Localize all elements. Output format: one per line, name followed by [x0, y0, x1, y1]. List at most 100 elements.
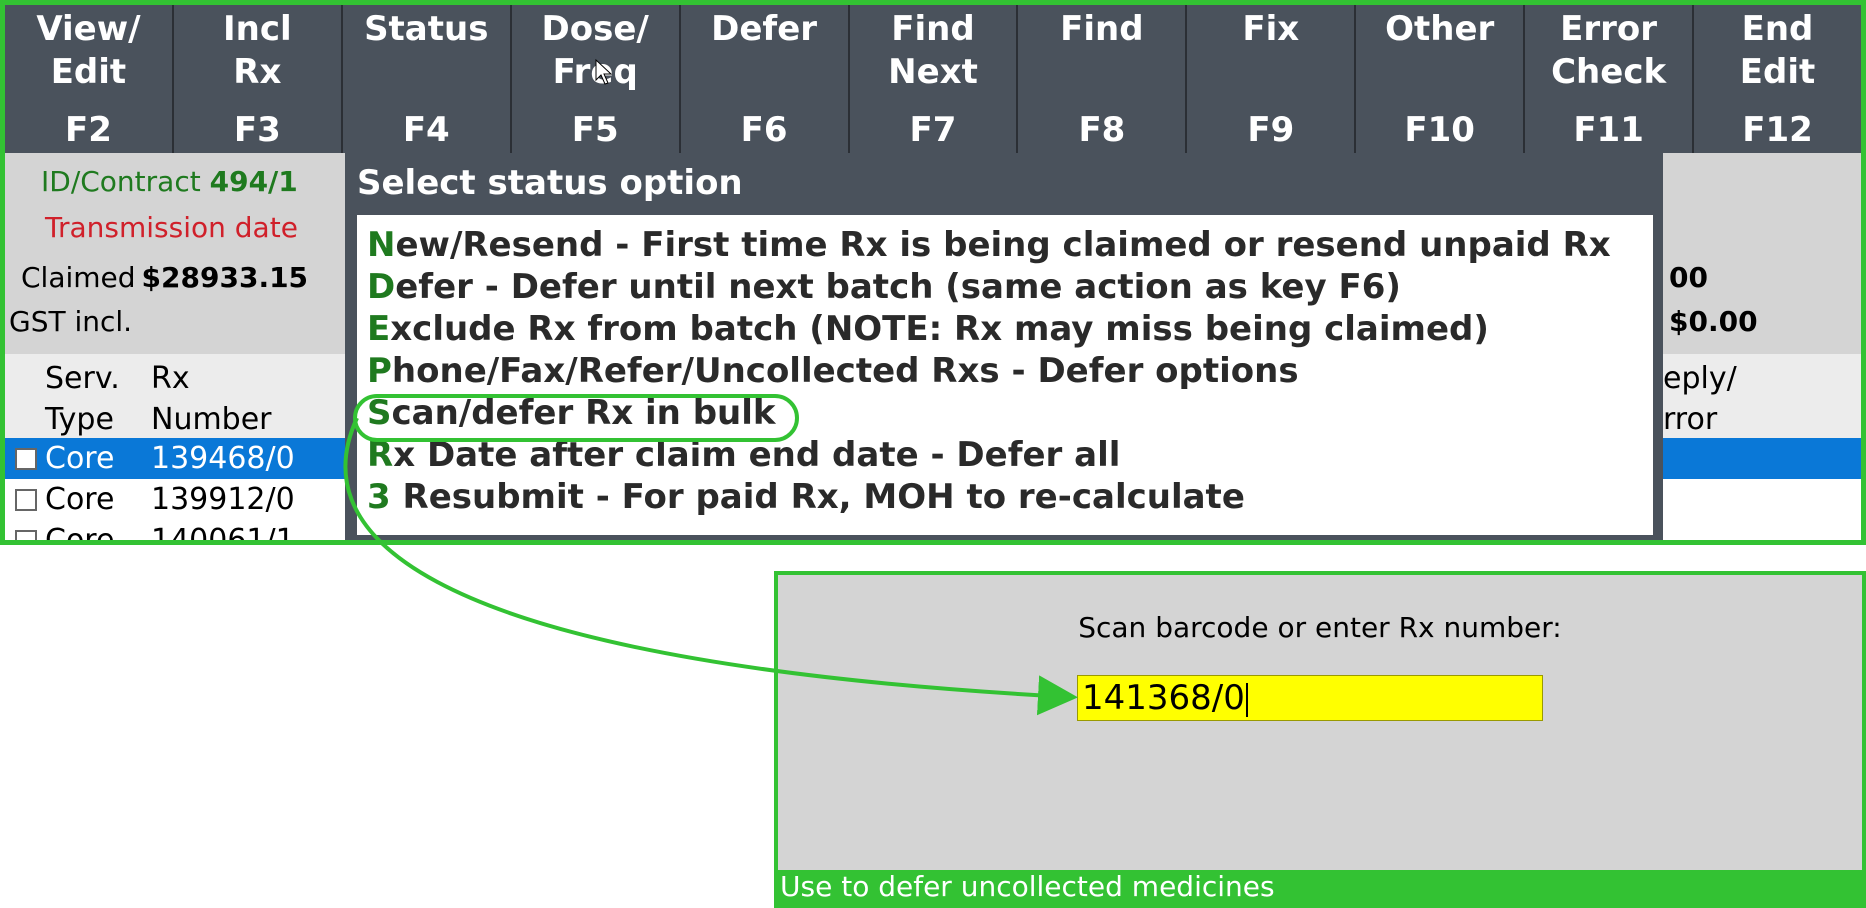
right-value-1: 00	[1669, 261, 1708, 294]
header-line: Type	[45, 402, 114, 437]
claim-info-right: 00 $0.00	[1663, 153, 1861, 354]
id-contract: ID/Contract 494/1	[41, 165, 298, 198]
key-label: Check	[1551, 52, 1667, 92]
key-label: Edit	[1739, 52, 1816, 92]
key-label: Next	[888, 52, 978, 92]
scan-hint-bar: Use to defer uncollected medicines	[778, 870, 1862, 904]
key-code: F4	[402, 110, 450, 150]
view-edit-f2-button[interactable]: View/Edit F2	[5, 5, 174, 153]
option-phone-fax-refer[interactable]: Phone/Fax/Refer/Uncollected Rxs - Defer …	[367, 351, 1299, 391]
text-caret	[1245, 682, 1248, 717]
incl-rx-f3-button[interactable]: Incl Rx F3	[174, 5, 343, 153]
key-code: F5	[571, 110, 619, 150]
rx-input-value: 141368/0	[1082, 678, 1245, 718]
reply-error-header[interactable]: eply/rror	[1663, 358, 1737, 440]
key-label: Defer	[711, 9, 818, 49]
key-label: Rx	[233, 52, 282, 92]
scan-dialog: Scan barcode or enter Rx number: 141368/…	[774, 571, 1866, 908]
option-hotkey: N	[367, 225, 396, 265]
option-rx-date-defer-all[interactable]: Rx Date after claim end date - Defer all	[367, 435, 1120, 475]
claimed-amount: Claimed $28933.15	[21, 261, 308, 294]
key-label: Status	[364, 9, 489, 49]
option-defer[interactable]: Defer - Defer until next batch (same act…	[367, 267, 1401, 307]
claim-info-panel: ID/Contract 494/1 Transmission date Clai…	[5, 153, 345, 354]
gst-label: GST incl.	[9, 305, 133, 338]
option-resubmit[interactable]: 3 Resubmit - For paid Rx, MOH to re-calc…	[367, 477, 1245, 517]
key-label: Incl	[223, 9, 292, 49]
option-text: hone/Fax/Refer/Uncollected Rxs - Defer o…	[391, 351, 1299, 391]
key-code: F2	[65, 110, 112, 150]
row-checkbox[interactable]	[15, 489, 37, 511]
popup-title: Select status option	[357, 163, 743, 203]
option-text: Resubmit - For paid Rx, MOH to re-calcul…	[390, 477, 1245, 517]
key-label: Error	[1560, 9, 1658, 49]
key-label: Find	[891, 9, 975, 49]
dose-freq-f5-button[interactable]: Dose/Freq F5	[512, 5, 681, 153]
row-checkbox[interactable]	[15, 448, 37, 470]
key-code: F7	[909, 110, 957, 150]
find-f8-button[interactable]: Find F8	[1018, 5, 1188, 153]
header-line: eply/	[1663, 361, 1737, 396]
key-code: F10	[1404, 110, 1475, 150]
key-label: Dose/	[541, 9, 649, 49]
serv-type-cell: Core	[45, 523, 115, 545]
id-contract-value: 494/1	[209, 165, 298, 198]
claimed-label: Claimed	[21, 261, 136, 294]
header-line: Number	[151, 402, 272, 437]
main-window: View/Edit F2 Incl Rx F3 Status F4 Dose/Fr…	[0, 0, 1866, 545]
transmission-date-label: Transmission date	[45, 211, 298, 244]
scan-prompt: Scan barcode or enter Rx number:	[1078, 611, 1562, 644]
other-f10-button[interactable]: Other F10	[1356, 5, 1526, 153]
option-hotkey: 3	[367, 477, 391, 517]
rx-number-cell: 139468/0	[151, 441, 295, 476]
option-text: xclude Rx from batch (NOTE: Rx may miss …	[390, 309, 1489, 349]
option-text: efer - Defer until next batch (same acti…	[395, 267, 1401, 307]
header-line: rror	[1663, 402, 1718, 437]
key-label: Edit	[50, 52, 127, 92]
rx-number-header[interactable]: Rx Number	[151, 358, 272, 440]
status-option-popup: Select status option New/Resend - First …	[345, 153, 1663, 540]
right-value-2: $0.00	[1669, 305, 1758, 338]
function-key-bar: View/Edit F2 Incl Rx F3 Status F4 Dose/Fr…	[5, 5, 1861, 153]
header-line: Rx	[151, 361, 190, 396]
fix-f9-button[interactable]: Fix F9	[1187, 5, 1357, 153]
serv-type-cell: Core	[45, 441, 115, 476]
option-hotkey: P	[367, 351, 392, 391]
key-label: Other	[1385, 9, 1495, 49]
key-label: End	[1741, 9, 1814, 49]
status-f4-button[interactable]: Status F4	[343, 5, 512, 153]
key-code: F3	[233, 110, 281, 150]
key-code: F12	[1742, 110, 1813, 150]
row-checkbox[interactable]	[15, 530, 37, 540]
serv-type-cell: Core	[45, 482, 115, 517]
option-hotkey: D	[367, 267, 396, 307]
find-next-f7-button[interactable]: Find Next F7	[850, 5, 1019, 153]
key-label: View/	[36, 9, 141, 49]
key-code: F6	[740, 110, 788, 150]
option-new-resend[interactable]: New/Resend - First time Rx is being clai…	[367, 225, 1611, 265]
option-text: x Date after claim end date - Defer all	[393, 435, 1121, 475]
rx-number-cell: 140061/1	[151, 523, 295, 545]
key-label: Find	[1060, 9, 1144, 49]
error-check-f11-button[interactable]: Error Check F11	[1525, 5, 1695, 153]
key-label: Fix	[1242, 9, 1300, 49]
rx-number-cell: 139912/0	[151, 482, 295, 517]
option-scan-defer-bulk[interactable]: Scan/defer Rx in bulk	[367, 393, 776, 433]
option-hotkey: S	[367, 393, 392, 433]
header-line: Serv.	[45, 361, 120, 396]
key-code: F11	[1573, 110, 1644, 150]
claimed-value: $28933.15	[141, 261, 309, 294]
rx-number-input[interactable]: 141368/0	[1077, 675, 1543, 721]
key-code: F9	[1247, 110, 1295, 150]
status-option-list: New/Resend - First time Rx is being clai…	[357, 215, 1653, 535]
option-text: can/defer Rx in bulk	[391, 393, 776, 433]
option-hotkey: E	[367, 309, 391, 349]
id-contract-label: ID/Contract	[41, 165, 201, 198]
defer-f6-button[interactable]: Defer F6	[681, 5, 850, 153]
key-label: Freq	[552, 52, 638, 92]
end-edit-f12-button[interactable]: End Edit F12	[1694, 5, 1861, 153]
serv-type-header[interactable]: Serv. Type	[45, 358, 120, 440]
option-hotkey: R	[367, 435, 394, 475]
option-exclude[interactable]: Exclude Rx from batch (NOTE: Rx may miss…	[367, 309, 1489, 349]
option-text: ew/Resend - First time Rx is being claim…	[395, 225, 1611, 265]
